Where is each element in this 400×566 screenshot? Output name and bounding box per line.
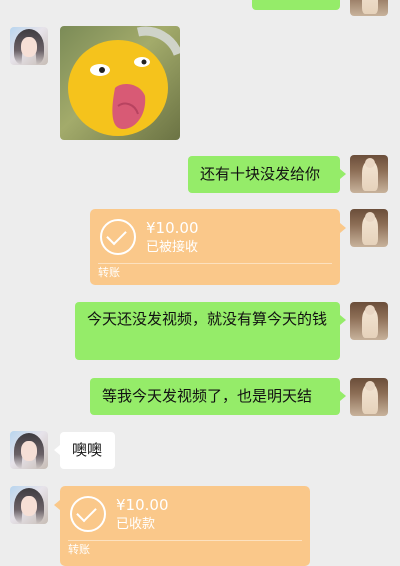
transfer-card[interactable]: ¥10.00 已收款 转账 <box>54 486 310 566</box>
avatar-self[interactable] <box>350 378 388 416</box>
transfer-label: 转账 <box>68 543 90 556</box>
avatar-contact[interactable] <box>10 486 48 524</box>
transfer-label: 转账 <box>98 266 120 279</box>
avatar-self[interactable] <box>350 0 388 16</box>
message-text: 等我今天发视频了，也是明天结 <box>102 387 313 405</box>
transfer-amount: ¥10.00 <box>116 496 169 514</box>
avatar-contact[interactable] <box>10 431 48 469</box>
avatar-self[interactable] <box>350 209 388 247</box>
transfer-card[interactable]: ¥10.00 已被接收 转账 <box>90 209 346 285</box>
divider <box>98 263 332 264</box>
message-bubble[interactable]: 噢噢 <box>54 432 115 469</box>
avatar-self[interactable] <box>350 155 388 193</box>
avatar-contact[interactable] <box>10 27 48 65</box>
message-bubble[interactable]: 还有十块没发给你 <box>188 156 346 193</box>
message-text: 今天还没发视频，就没有算今天的钱 <box>87 310 328 328</box>
message-text: 还有十块没发给你 <box>200 165 321 183</box>
transfer-status: 已收款 <box>116 517 156 532</box>
sticker-image[interactable] <box>60 26 180 140</box>
divider <box>68 540 302 541</box>
message-bubble[interactable]: 今天还没发视频，就没有算今天的钱 <box>75 302 346 360</box>
message-text: 噢噢 <box>72 441 103 459</box>
transfer-amount: ¥10.00 <box>146 219 199 237</box>
check-circle-icon <box>100 219 136 255</box>
check-circle-icon <box>70 496 106 532</box>
partial-message-bubble[interactable] <box>252 0 340 10</box>
avatar-self[interactable] <box>350 302 388 340</box>
yellow-creature-sticker-icon <box>68 26 180 136</box>
message-bubble[interactable]: 等我今天发视频了，也是明天结 <box>90 378 346 415</box>
transfer-status: 已被接收 <box>146 240 199 255</box>
